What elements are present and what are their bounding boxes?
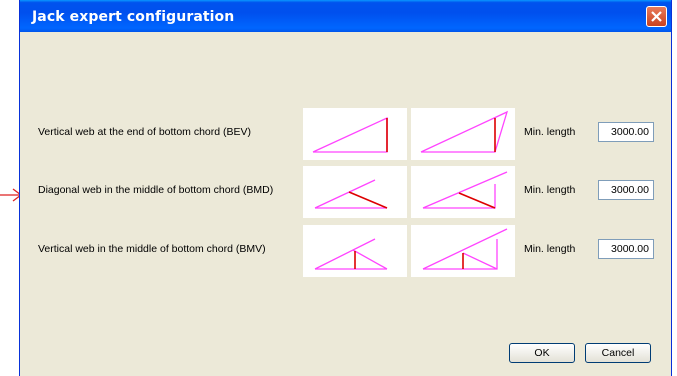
row-label: Diagonal web in the middle of bottom cho…: [38, 184, 274, 196]
min-length-input-bmd[interactable]: 3000.00: [598, 180, 654, 200]
min-length-input-bev[interactable]: 3000.00: [598, 122, 654, 142]
ok-button[interactable]: OK: [509, 343, 575, 363]
dialog-window: Jack expert configuration Vertical web a…: [19, 0, 672, 376]
min-length-label: Min. length: [524, 126, 576, 138]
min-length-input-bmv[interactable]: 3000.00: [598, 239, 654, 259]
title-bar[interactable]: Jack expert configuration: [20, 0, 671, 32]
dialog-content: Vertical web at the end of bottom chord …: [24, 32, 667, 376]
min-length-label: Min. length: [524, 243, 576, 255]
min-length-label: Min. length: [524, 184, 576, 196]
config-row-bmv: Vertical web in the middle of bottom cho…: [24, 225, 667, 277]
close-button[interactable]: [646, 6, 667, 27]
cancel-button[interactable]: Cancel: [585, 343, 651, 363]
truss-diagram-bmv-a: [303, 225, 407, 277]
row-label: Vertical web in the middle of bottom cho…: [38, 243, 266, 255]
close-x-icon: [651, 11, 662, 22]
truss-diagram-bmd-b: [411, 166, 515, 218]
truss-diagram-bev-a: [303, 108, 407, 160]
truss-diagram-bmd-a: [303, 166, 407, 218]
truss-diagram-bmv-b: [411, 225, 515, 277]
window-title: Jack expert configuration: [32, 9, 235, 25]
config-row-bev: Vertical web at the end of bottom chord …: [24, 108, 667, 160]
truss-diagram-bev-b: [411, 108, 515, 160]
config-row-bmd: Diagonal web in the middle of bottom cho…: [24, 166, 667, 218]
row-label: Vertical web at the end of bottom chord …: [38, 126, 252, 138]
